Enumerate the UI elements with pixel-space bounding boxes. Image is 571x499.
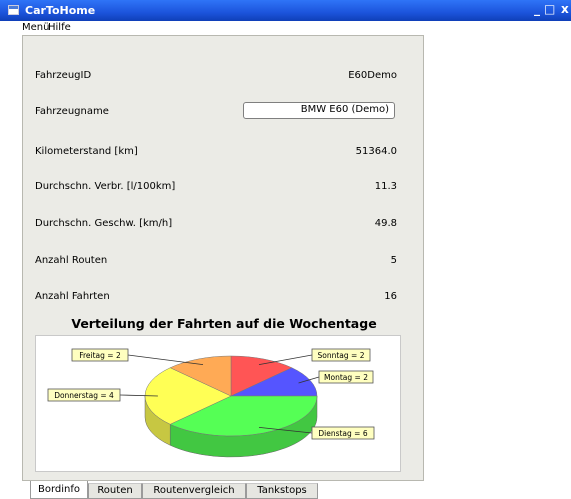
label-fahrzeugname: Fahrzeugname <box>35 106 109 117</box>
pie-label-freitag: Freitag = 2 <box>79 351 121 360</box>
menu-bar: Menü Hilfe <box>22 21 571 35</box>
bordinfo-panel: FahrzeugID E60Demo Fahrzeugname BMW E60 … <box>22 35 424 481</box>
value-kilometerstand: 51364.0 <box>355 146 397 157</box>
tab-routen[interactable]: Routen <box>88 483 142 499</box>
pie-chart-svg: Sonntag = 2 Montag = 2 Dienstag = 6 Donners… <box>47 348 375 458</box>
minimize-button[interactable]: _ <box>534 2 540 16</box>
close-button[interactable]: x <box>561 2 569 16</box>
tab-bordinfo[interactable]: Bordinfo <box>30 481 88 499</box>
menu-item-menue[interactable]: Menü <box>22 22 49 33</box>
tab-routenvergleich[interactable]: Routenvergleich <box>142 483 246 499</box>
tab-bar: Bordinfo Routen Routenvergleich Tankstop… <box>22 481 424 499</box>
pie-label-donnerstag: Donnerstag = 4 <box>54 391 114 400</box>
maximize-button[interactable]: □ <box>544 2 555 16</box>
value-fahrzeugid: E60Demo <box>348 70 397 81</box>
window-title: CarToHome <box>25 4 96 17</box>
value-anzahl-fahrten: 16 <box>384 291 397 302</box>
label-fahrzeugid: FahrzeugID <box>35 70 92 81</box>
label-geschwindigkeit: Durchschn. Geschw. [km/h] <box>35 218 173 229</box>
menu-item-hilfe[interactable]: Hilfe <box>48 22 71 33</box>
app-icon <box>8 5 19 15</box>
value-verbrauch: 11.3 <box>374 181 397 192</box>
pie-label-montag: Montag = 2 <box>324 373 368 382</box>
chart-title: Verteilung der Fahrten auf die Wochentag… <box>71 316 377 331</box>
value-geschwindigkeit: 49.8 <box>374 218 397 229</box>
value-anzahl-routen: 5 <box>390 255 397 266</box>
label-anzahl-routen: Anzahl Routen <box>35 255 108 266</box>
label-verbrauch: Durchschn. Verbr. [l/100km] <box>35 181 176 192</box>
pie-label-sonntag: Sonntag = 2 <box>318 351 365 360</box>
fahrzeugname-field[interactable]: BMW E60 (Demo) <box>243 102 395 119</box>
pie-label-dienstag: Dienstag = 6 <box>318 429 367 438</box>
pie-leader-freitag <box>127 354 204 365</box>
pie-chart: Sonntag = 2 Montag = 2 Dienstag = 6 Donners… <box>35 335 401 472</box>
label-kilometerstand: Kilometerstand [km] <box>35 146 138 157</box>
tab-tankstops[interactable]: Tankstops <box>246 483 318 499</box>
left-margin <box>0 21 22 499</box>
title-bar: CarToHome _ □ x <box>0 0 571 21</box>
label-anzahl-fahrten: Anzahl Fahrten <box>35 291 110 302</box>
